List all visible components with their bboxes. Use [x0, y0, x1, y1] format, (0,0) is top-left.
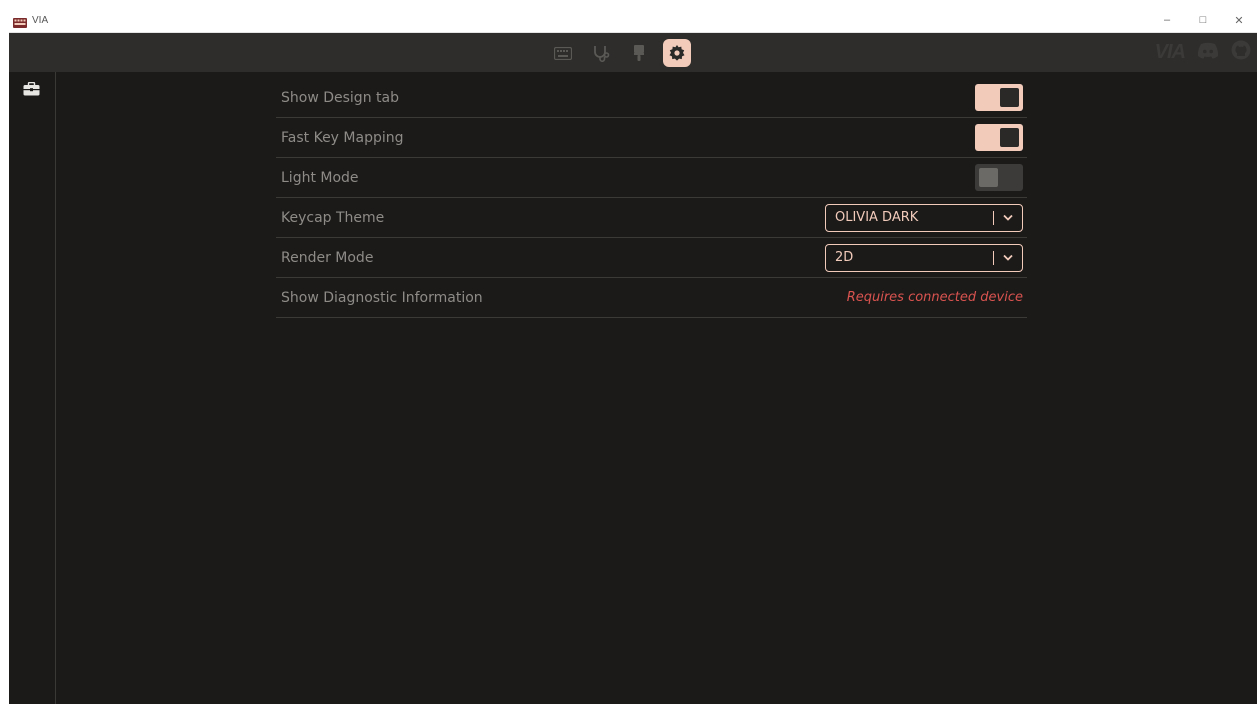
- discord-icon[interactable]: [1197, 42, 1219, 64]
- minimize-button[interactable]: –: [1149, 8, 1185, 32]
- keyboard-icon[interactable]: [549, 39, 577, 67]
- select-value: OLIVIA DARK: [835, 210, 919, 225]
- settings-gear-icon[interactable]: [663, 39, 691, 67]
- render-mode-select[interactable]: 2D: [825, 243, 1023, 272]
- toggle-knob: [1000, 88, 1019, 107]
- brand-links: VIA: [1155, 40, 1251, 65]
- setting-label: Light Mode: [281, 169, 359, 186]
- via-app-icon: [13, 15, 27, 28]
- show-design-tab-toggle[interactable]: [975, 84, 1023, 111]
- setting-row-keycap-theme: Keycap Theme OLIVIA DARK: [276, 198, 1027, 238]
- sidebar-item-general[interactable]: [17, 80, 45, 102]
- setting-label: Fast Key Mapping: [281, 129, 404, 146]
- select-separator: [993, 250, 994, 265]
- setting-label: Keycap Theme: [281, 209, 385, 226]
- sidebar: [9, 72, 56, 704]
- diagnostics-icon[interactable]: [587, 39, 615, 67]
- setting-row-show-design-tab: Show Design tab: [276, 78, 1027, 118]
- setting-row-light-mode: Light Mode: [276, 158, 1027, 198]
- setting-label: Show Diagnostic Information: [281, 289, 483, 306]
- keycap-theme-select[interactable]: OLIVIA DARK: [825, 203, 1023, 232]
- setting-row-fast-key-mapping: Fast Key Mapping: [276, 118, 1027, 158]
- design-brush-icon[interactable]: [625, 39, 653, 67]
- fast-key-mapping-toggle[interactable]: [975, 124, 1023, 151]
- app-window: VIA – □ ✕ VIA Show Design tab Fast Key M…: [9, 8, 1257, 704]
- close-button[interactable]: ✕: [1221, 8, 1257, 32]
- setting-row-render-mode: Render Mode 2D: [276, 238, 1027, 278]
- title-bar: VIA – □ ✕: [9, 8, 1257, 33]
- toggle-knob: [979, 168, 998, 187]
- window-controls: – □ ✕: [1149, 8, 1257, 32]
- setting-label: Render Mode: [281, 249, 374, 266]
- maximize-button[interactable]: □: [1185, 8, 1221, 32]
- top-navigation-bar: VIA: [9, 33, 1257, 72]
- nav-menu: [549, 39, 691, 67]
- chevron-down-icon[interactable]: [1002, 212, 1014, 224]
- setting-row-show-diagnostic-information: Show Diagnostic Information Requires con…: [276, 278, 1027, 318]
- via-logo[interactable]: VIA: [1155, 41, 1186, 64]
- main-area: Show Design tab Fast Key Mapping Light M…: [9, 72, 1257, 704]
- toggle-knob: [1000, 128, 1019, 147]
- chevron-down-icon[interactable]: [1002, 252, 1014, 264]
- light-mode-toggle[interactable]: [975, 164, 1023, 191]
- select-separator: [993, 210, 994, 225]
- requires-device-note: Requires connected device: [846, 290, 1023, 305]
- settings-panel: Show Design tab Fast Key Mapping Light M…: [276, 78, 1027, 318]
- desktop-edge: [0, 0, 9, 704]
- setting-label: Show Design tab: [281, 89, 399, 106]
- toolbox-icon: [23, 81, 40, 101]
- github-icon[interactable]: [1231, 40, 1251, 65]
- select-value: 2D: [835, 250, 854, 265]
- window-title: VIA: [32, 14, 49, 26]
